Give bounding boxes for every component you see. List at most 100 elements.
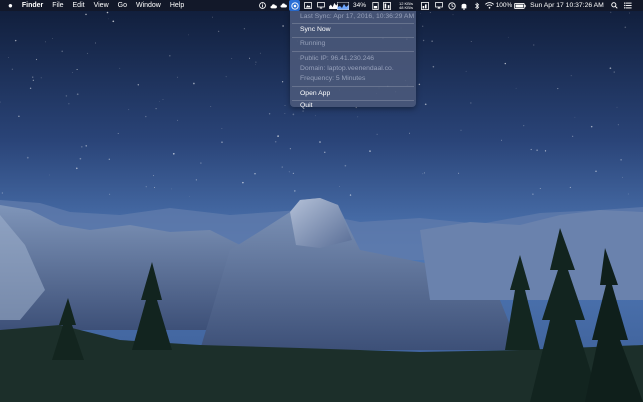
star bbox=[613, 71, 615, 73]
star bbox=[617, 124, 619, 126]
star bbox=[624, 26, 627, 29]
star bbox=[155, 107, 157, 110]
battery-status-label: 100% bbox=[495, 2, 513, 9]
disk-icon[interactable] bbox=[370, 0, 380, 11]
menu-file[interactable]: File bbox=[52, 0, 63, 11]
star bbox=[193, 82, 195, 85]
photo-icon[interactable] bbox=[303, 0, 313, 11]
star bbox=[217, 30, 220, 33]
star bbox=[515, 87, 517, 89]
star bbox=[533, 44, 535, 46]
cpu-graph-icon[interactable] bbox=[336, 0, 350, 11]
star bbox=[501, 139, 503, 141]
menu-window[interactable]: Window bbox=[136, 0, 161, 11]
star bbox=[282, 25, 284, 27]
time-machine-icon[interactable] bbox=[447, 0, 457, 11]
star bbox=[255, 64, 256, 65]
star bbox=[26, 156, 29, 159]
bluetooth-icon[interactable] bbox=[472, 0, 482, 11]
star bbox=[145, 115, 147, 118]
menu-edit[interactable]: Edit bbox=[73, 0, 85, 11]
star bbox=[112, 20, 115, 23]
stats-icon[interactable] bbox=[420, 0, 430, 11]
memory-icon[interactable] bbox=[382, 0, 392, 11]
spotlight-search-icon[interactable] bbox=[609, 0, 619, 11]
star bbox=[29, 87, 32, 90]
star bbox=[159, 100, 160, 102]
star bbox=[572, 135, 574, 137]
star bbox=[86, 52, 89, 54]
screen-mirror-icon[interactable] bbox=[434, 0, 444, 11]
star bbox=[76, 68, 78, 71]
star bbox=[530, 148, 532, 151]
star bbox=[507, 36, 509, 38]
star bbox=[422, 25, 424, 27]
star bbox=[319, 141, 321, 143]
star bbox=[221, 141, 223, 143]
star bbox=[221, 128, 223, 129]
star bbox=[35, 58, 38, 61]
star bbox=[292, 113, 295, 116]
menu-view[interactable]: View bbox=[94, 0, 109, 11]
clock[interactable]: Sun Apr 17 10:37:26 AM bbox=[528, 0, 606, 11]
star bbox=[284, 113, 286, 115]
info-icon[interactable] bbox=[258, 0, 267, 11]
star bbox=[432, 65, 435, 68]
sync-now-item[interactable]: Sync Now bbox=[290, 24, 416, 35]
open-app-item[interactable]: Open App bbox=[290, 88, 416, 99]
star bbox=[544, 150, 547, 152]
star bbox=[65, 95, 68, 97]
star bbox=[49, 174, 50, 176]
notification-icon[interactable] bbox=[459, 0, 469, 11]
apple-logo-icon[interactable]: ● bbox=[8, 0, 13, 11]
battery-icon[interactable] bbox=[513, 0, 526, 11]
star bbox=[85, 145, 87, 147]
star bbox=[212, 16, 213, 18]
star bbox=[465, 70, 467, 72]
star bbox=[622, 176, 623, 178]
star bbox=[349, 194, 352, 196]
menu-go[interactable]: Go bbox=[118, 0, 127, 11]
battery-percent-label: 34% bbox=[352, 2, 366, 9]
star bbox=[188, 196, 190, 198]
quit-item[interactable]: Quit bbox=[290, 101, 416, 109]
star bbox=[574, 116, 576, 118]
star bbox=[242, 181, 244, 184]
cloud-icon[interactable] bbox=[269, 0, 278, 11]
star bbox=[590, 125, 593, 128]
star bbox=[32, 76, 34, 78]
display-icon[interactable] bbox=[316, 0, 326, 11]
star bbox=[620, 158, 622, 161]
star bbox=[281, 81, 284, 83]
star bbox=[376, 133, 378, 135]
star bbox=[162, 99, 164, 101]
star bbox=[76, 167, 78, 170]
star bbox=[72, 72, 73, 74]
star bbox=[609, 67, 612, 70]
star bbox=[532, 193, 534, 195]
star bbox=[289, 148, 291, 150]
status-items: 34% 12 KB/s 48 KB/s 100% Sun Apr 17 10:3… bbox=[256, 0, 643, 11]
star bbox=[627, 193, 629, 195]
menu-finder[interactable]: Finder bbox=[22, 0, 43, 11]
last-sync-label: Last Sync: Apr 17, 2016, 10:36:29 AM bbox=[300, 13, 415, 20]
notification-center-icon[interactable] bbox=[623, 0, 633, 11]
star bbox=[357, 116, 359, 118]
star bbox=[460, 129, 462, 131]
wifi-icon[interactable] bbox=[484, 0, 494, 11]
sync-cloud-icon[interactable] bbox=[279, 0, 288, 11]
star bbox=[504, 62, 506, 65]
star bbox=[422, 39, 425, 42]
star bbox=[424, 103, 427, 106]
star bbox=[128, 109, 130, 111]
star bbox=[171, 188, 172, 190]
star bbox=[108, 18, 109, 20]
star bbox=[268, 113, 271, 115]
dns-updater-icon[interactable] bbox=[289, 0, 300, 11]
star bbox=[210, 106, 212, 107]
star bbox=[200, 162, 202, 164]
star bbox=[152, 175, 155, 177]
menu-help[interactable]: Help bbox=[170, 0, 184, 11]
star bbox=[85, 13, 87, 16]
star bbox=[76, 93, 79, 96]
